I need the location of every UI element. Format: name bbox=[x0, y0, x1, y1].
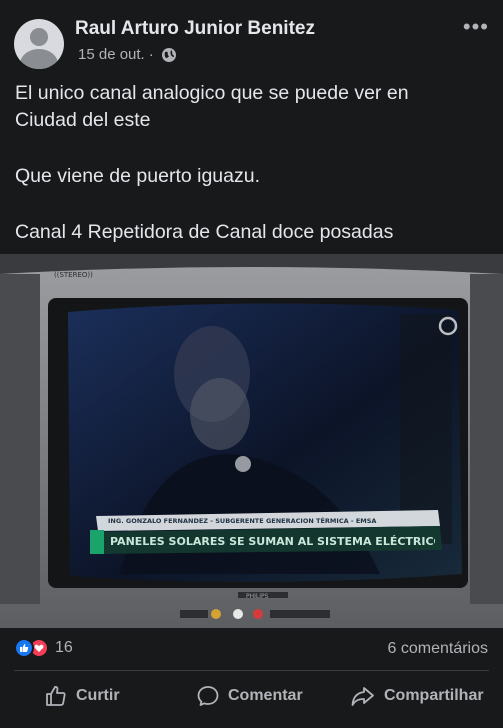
post-text-line-3: Que viene de puerto iguazu. bbox=[15, 165, 261, 187]
post-text-line-4: Canal 4 Repetidora de Canal doce posadas bbox=[15, 221, 394, 243]
more-options-icon[interactable]: ••• bbox=[463, 16, 489, 38]
comments-count[interactable]: 6 comentários bbox=[388, 640, 489, 658]
avatar[interactable] bbox=[14, 19, 64, 69]
author-name[interactable]: Raul Arturo Junior Benitez bbox=[75, 18, 315, 40]
like-icon bbox=[14, 638, 34, 658]
comment-label: Comentar bbox=[228, 687, 303, 704]
like-button[interactable]: Curtir bbox=[44, 676, 120, 716]
comment-button[interactable]: Comentar bbox=[196, 676, 303, 716]
meta-separator: · bbox=[148, 46, 154, 63]
tv-lower-third-headline: PANELES SOLARES SE SUMAN AL SISTEMA ELÉC… bbox=[110, 535, 435, 548]
tv-lower-third-name: ING. GONZALO FERNANDEZ - SUBGERENTE GENE… bbox=[108, 517, 377, 525]
reactions-summary[interactable]: 16 bbox=[14, 638, 73, 658]
post-meta: 15 de out. · bbox=[78, 46, 177, 63]
post-date[interactable]: 15 de out. bbox=[78, 46, 145, 63]
share-arrow-icon bbox=[351, 687, 374, 706]
post-card: Raul Arturo Junior Benitez 15 de out. · … bbox=[0, 0, 503, 728]
post-text-line-2: Ciudad del este bbox=[15, 109, 151, 131]
post-photo[interactable]: ((STEREO)) ING. GONZALO FERNANDEZ - SUBG… bbox=[0, 254, 503, 628]
share-button[interactable]: Compartilhar bbox=[350, 676, 484, 716]
share-label: Compartilhar bbox=[384, 687, 484, 704]
post-text: El unico canal analogico que se puede ve… bbox=[15, 80, 485, 246]
thumbs-up-icon bbox=[46, 686, 66, 706]
comment-bubble-icon bbox=[197, 686, 219, 706]
avatar-body-shape bbox=[20, 49, 58, 69]
reaction-count: 16 bbox=[55, 639, 73, 656]
globe-icon bbox=[161, 47, 176, 62]
avatar-head-shape bbox=[30, 28, 48, 46]
like-label: Curtir bbox=[76, 687, 120, 704]
post-actions: Curtir Comentar Compartilhar bbox=[0, 676, 503, 716]
tv-stereo-label: ((STEREO)) bbox=[54, 271, 93, 279]
post-text-line-1: El unico canal analogico que se puede ve… bbox=[15, 82, 409, 104]
tv-brand-label: PHILIPS bbox=[246, 593, 269, 600]
tv-photo-illustration bbox=[0, 254, 503, 628]
post-header: Raul Arturo Junior Benitez 15 de out. · … bbox=[0, 0, 503, 78]
actions-divider bbox=[14, 670, 489, 671]
